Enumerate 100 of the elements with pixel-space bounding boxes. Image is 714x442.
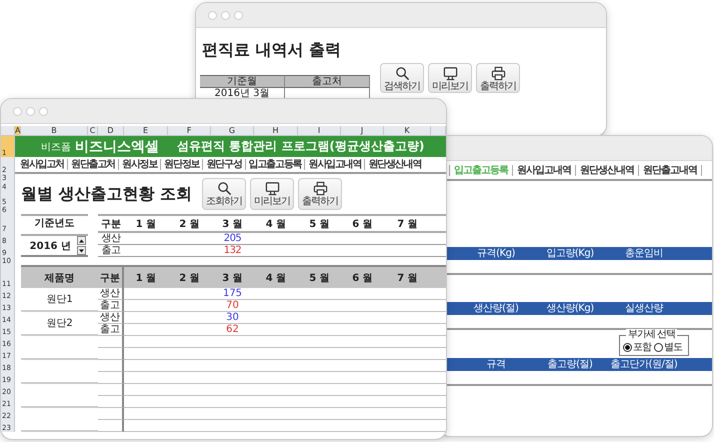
search-button[interactable]: 조회하기 <box>202 178 246 210</box>
column-header[interactable]: I <box>298 126 341 136</box>
nav-link[interactable]: 원사입고처 <box>17 159 68 170</box>
search-button[interactable]: 검색하기 <box>380 63 424 93</box>
report-title: 편직료 내역서 출력 <box>202 40 342 59</box>
column-header[interactable]: K <box>384 126 431 136</box>
printer-icon <box>312 181 328 196</box>
product-name: 원단2 <box>21 312 98 336</box>
table-cell <box>98 420 124 432</box>
preview-button[interactable]: 미리보기 <box>428 63 472 93</box>
nav-link[interactable]: 원사입고내역 <box>304 159 364 170</box>
column-header: 5 월 <box>298 265 341 288</box>
column-header[interactable]: E <box>124 126 168 136</box>
column-header <box>431 214 446 233</box>
column-header: 2 월 <box>168 265 211 288</box>
monitor-icon <box>264 181 280 196</box>
nav-link[interactable]: 원단구성 <box>202 159 245 170</box>
column-header: 구분 <box>98 265 124 288</box>
nav-link[interactable]: 원단출고처 <box>67 159 118 170</box>
table-cell: 62 <box>211 324 254 336</box>
column-header: 규격(Kg) <box>476 247 516 260</box>
nav-link[interactable]: 원사입고내역 <box>512 164 575 176</box>
year-spinner-field[interactable]: 2016 년 <box>21 236 88 257</box>
table-cell: 132 <box>211 245 254 257</box>
nav-link[interactable]: 원단정보 <box>160 159 202 170</box>
table-cell: 175 <box>211 288 254 300</box>
group-legend: 부가세 선택 <box>626 329 678 340</box>
column-header[interactable]: J <box>341 126 384 136</box>
print-button[interactable]: 출력하기 <box>476 63 520 93</box>
column-header: 3 월 <box>211 265 254 288</box>
row-label: 생산 <box>98 233 124 245</box>
monitor-icon <box>442 66 458 81</box>
search-icon <box>216 181 232 196</box>
nav-link[interactable]: 원사정보 <box>118 159 160 170</box>
column-header: 구분 <box>98 214 124 233</box>
column-header: 입고량(Kg) <box>545 247 595 260</box>
column-header: 실생산량 <box>624 302 664 315</box>
column-header: 총운임비 <box>624 247 664 260</box>
table-cell <box>98 360 124 372</box>
nav-link[interactable]: 원단출고내역 <box>638 164 702 176</box>
table-cell <box>98 396 124 408</box>
table-cell <box>98 408 124 420</box>
column-header: 3 월 <box>211 214 254 233</box>
column-header[interactable] <box>431 126 446 136</box>
column-header: 출고량(절) <box>546 358 594 371</box>
column-header: 2 월 <box>168 214 211 233</box>
table-cell: 205 <box>211 233 254 245</box>
page-title: 월별 생산출고현황 조회 <box>21 184 192 204</box>
column-header: 제품명 <box>21 265 98 288</box>
column-header: 7 월 <box>384 214 431 233</box>
select-all-corner[interactable] <box>1 126 15 136</box>
column-header[interactable]: D <box>98 126 124 136</box>
nav-link[interactable]: 원단생산내역 <box>575 164 638 176</box>
print-button[interactable]: 출력하기 <box>298 178 342 210</box>
column-header[interactable]: F <box>168 126 211 136</box>
table-cell <box>98 336 124 348</box>
column-header: 6 월 <box>341 265 384 288</box>
column-header: 1 월 <box>124 265 168 288</box>
brand-name: 비즈니스엑셀 <box>75 138 159 156</box>
column-header: 출고단가(원/절) <box>610 358 678 371</box>
column-header: 4 월 <box>254 265 298 288</box>
up-arrow-icon <box>79 238 84 242</box>
column-header: 4 월 <box>254 214 298 233</box>
column-header: 생산량(절) <box>472 302 520 315</box>
table-cell: 30 <box>211 312 254 324</box>
field-label: 기준년도 <box>21 214 88 236</box>
column-header[interactable]: C <box>88 126 98 136</box>
table-cell <box>98 372 124 384</box>
column-header: 기준월 <box>200 75 285 88</box>
down-arrow-icon <box>79 248 84 252</box>
product-name: 원단1 <box>21 288 98 312</box>
column-header[interactable]: B <box>21 126 88 136</box>
column-header[interactable]: G <box>211 126 254 136</box>
column-header[interactable]: A <box>15 126 21 136</box>
row-label: 생산 <box>98 312 124 324</box>
column-header: 6 월 <box>341 214 384 233</box>
row-label: 출고 <box>98 324 124 336</box>
search-icon <box>394 66 410 81</box>
table-cell <box>98 348 124 360</box>
preview-button[interactable]: 미리보기 <box>250 178 294 210</box>
column-header: 1 월 <box>124 214 168 233</box>
column-header[interactable]: H <box>254 126 298 136</box>
spin-up-button[interactable] <box>77 236 86 245</box>
window-controls-icon[interactable] <box>208 10 243 20</box>
brand-label: 비즈폼 <box>41 140 71 154</box>
column-header: 규격 <box>486 358 506 371</box>
spin-down-button[interactable] <box>77 246 86 255</box>
table-cell <box>98 384 124 396</box>
window-controls-icon[interactable] <box>13 106 48 116</box>
printer-icon <box>490 66 506 81</box>
column-header: 출고처 <box>285 75 370 88</box>
radio-option[interactable]: 별도 <box>654 342 682 353</box>
row-label: 출고 <box>98 245 124 257</box>
column-header: 5 월 <box>298 214 341 233</box>
nav-link[interactable]: 원단생산내역 <box>364 159 424 170</box>
row-label: 출고 <box>98 300 124 312</box>
column-header: 생산량(Kg) <box>545 302 595 315</box>
nav-link[interactable]: 입고출고등록 <box>244 159 304 170</box>
radio-option[interactable]: 포함 <box>623 342 651 353</box>
column-header: 7 월 <box>384 265 431 288</box>
